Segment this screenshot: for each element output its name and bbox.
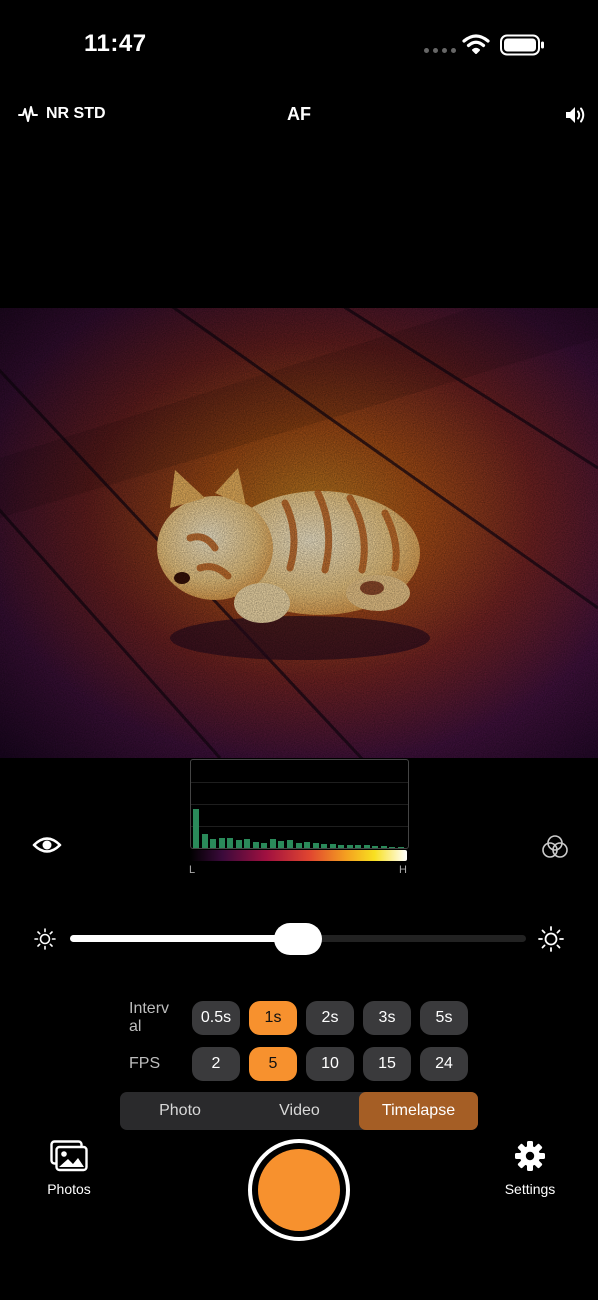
fps-option[interactable]: 5 xyxy=(249,1047,297,1081)
shutter-button[interactable] xyxy=(258,1149,340,1231)
histogram-bar xyxy=(312,842,319,848)
histogram-bar xyxy=(227,837,234,848)
fps-option[interactable]: 2 xyxy=(192,1047,240,1081)
histogram-high-label: H xyxy=(399,864,407,876)
interval-option[interactable]: 2s xyxy=(306,1001,354,1035)
camera-viewfinder[interactable] xyxy=(0,308,598,758)
interval-label: Interv al xyxy=(129,1000,170,1035)
fps-option[interactable]: 15 xyxy=(363,1047,411,1081)
histogram-bar xyxy=(218,837,225,848)
histogram-panel xyxy=(190,759,409,849)
histogram-bar xyxy=(252,841,259,848)
histogram-bar xyxy=(261,842,268,848)
eye-icon[interactable] xyxy=(32,834,62,861)
gear-icon xyxy=(515,1141,545,1171)
autofocus-button[interactable]: AF xyxy=(0,104,598,125)
fps-option[interactable]: 24 xyxy=(420,1047,468,1081)
histogram-low-label: L xyxy=(189,864,196,876)
histogram-bar xyxy=(193,809,199,848)
histogram-bar xyxy=(346,844,353,848)
status-time: 11:47 xyxy=(84,30,147,57)
speaker-icon[interactable] xyxy=(564,104,588,131)
brightness-slider-thumb[interactable] xyxy=(274,923,322,955)
brightness-high-icon xyxy=(538,926,564,957)
settings-label: Settings xyxy=(504,1181,556,1197)
histogram-bar xyxy=(286,840,293,848)
battery-icon xyxy=(500,34,546,61)
histogram-bar xyxy=(210,839,217,848)
histogram-bar xyxy=(278,841,285,848)
brightness-slider-fill xyxy=(70,935,298,942)
fps-label: FPS xyxy=(129,1055,161,1072)
interval-option[interactable]: 3s xyxy=(363,1001,411,1035)
histogram-bar xyxy=(380,846,387,848)
histogram-bar xyxy=(304,841,311,848)
fps-option[interactable]: 10 xyxy=(306,1047,354,1081)
mode-video[interactable]: Video xyxy=(240,1092,359,1130)
settings-button[interactable]: Settings xyxy=(499,1140,561,1197)
interval-option[interactable]: 0.5s xyxy=(192,1001,240,1035)
color-filter-icon[interactable] xyxy=(540,833,570,868)
histogram-bar xyxy=(338,844,345,848)
histogram-bar xyxy=(235,840,242,848)
histogram-bar xyxy=(244,838,251,848)
histogram-bar xyxy=(321,843,328,848)
histogram-bar xyxy=(389,847,396,848)
brightness-low-icon xyxy=(34,928,56,955)
histogram-bar xyxy=(295,842,302,848)
mode-photo[interactable]: Photo xyxy=(120,1092,240,1130)
thermal-palette-scale xyxy=(190,850,407,861)
photos-icon xyxy=(50,1140,88,1172)
histogram-bar xyxy=(269,838,276,848)
histogram-bars xyxy=(193,762,406,848)
histogram-bar xyxy=(201,834,208,848)
mode-timelapse[interactable]: Timelapse xyxy=(359,1092,478,1130)
photos-button[interactable]: Photos xyxy=(40,1140,98,1197)
histogram-bar xyxy=(372,846,379,848)
cellular-signal-icon xyxy=(424,48,456,53)
histogram-bar xyxy=(355,845,362,848)
interval-option[interactable]: 5s xyxy=(420,1001,468,1035)
histogram-bar xyxy=(398,847,404,848)
photos-label: Photos xyxy=(47,1181,91,1197)
wifi-icon xyxy=(462,33,490,60)
histogram-bar xyxy=(329,843,336,848)
interval-option[interactable]: 1s xyxy=(249,1001,297,1035)
histogram-bar xyxy=(363,845,370,848)
